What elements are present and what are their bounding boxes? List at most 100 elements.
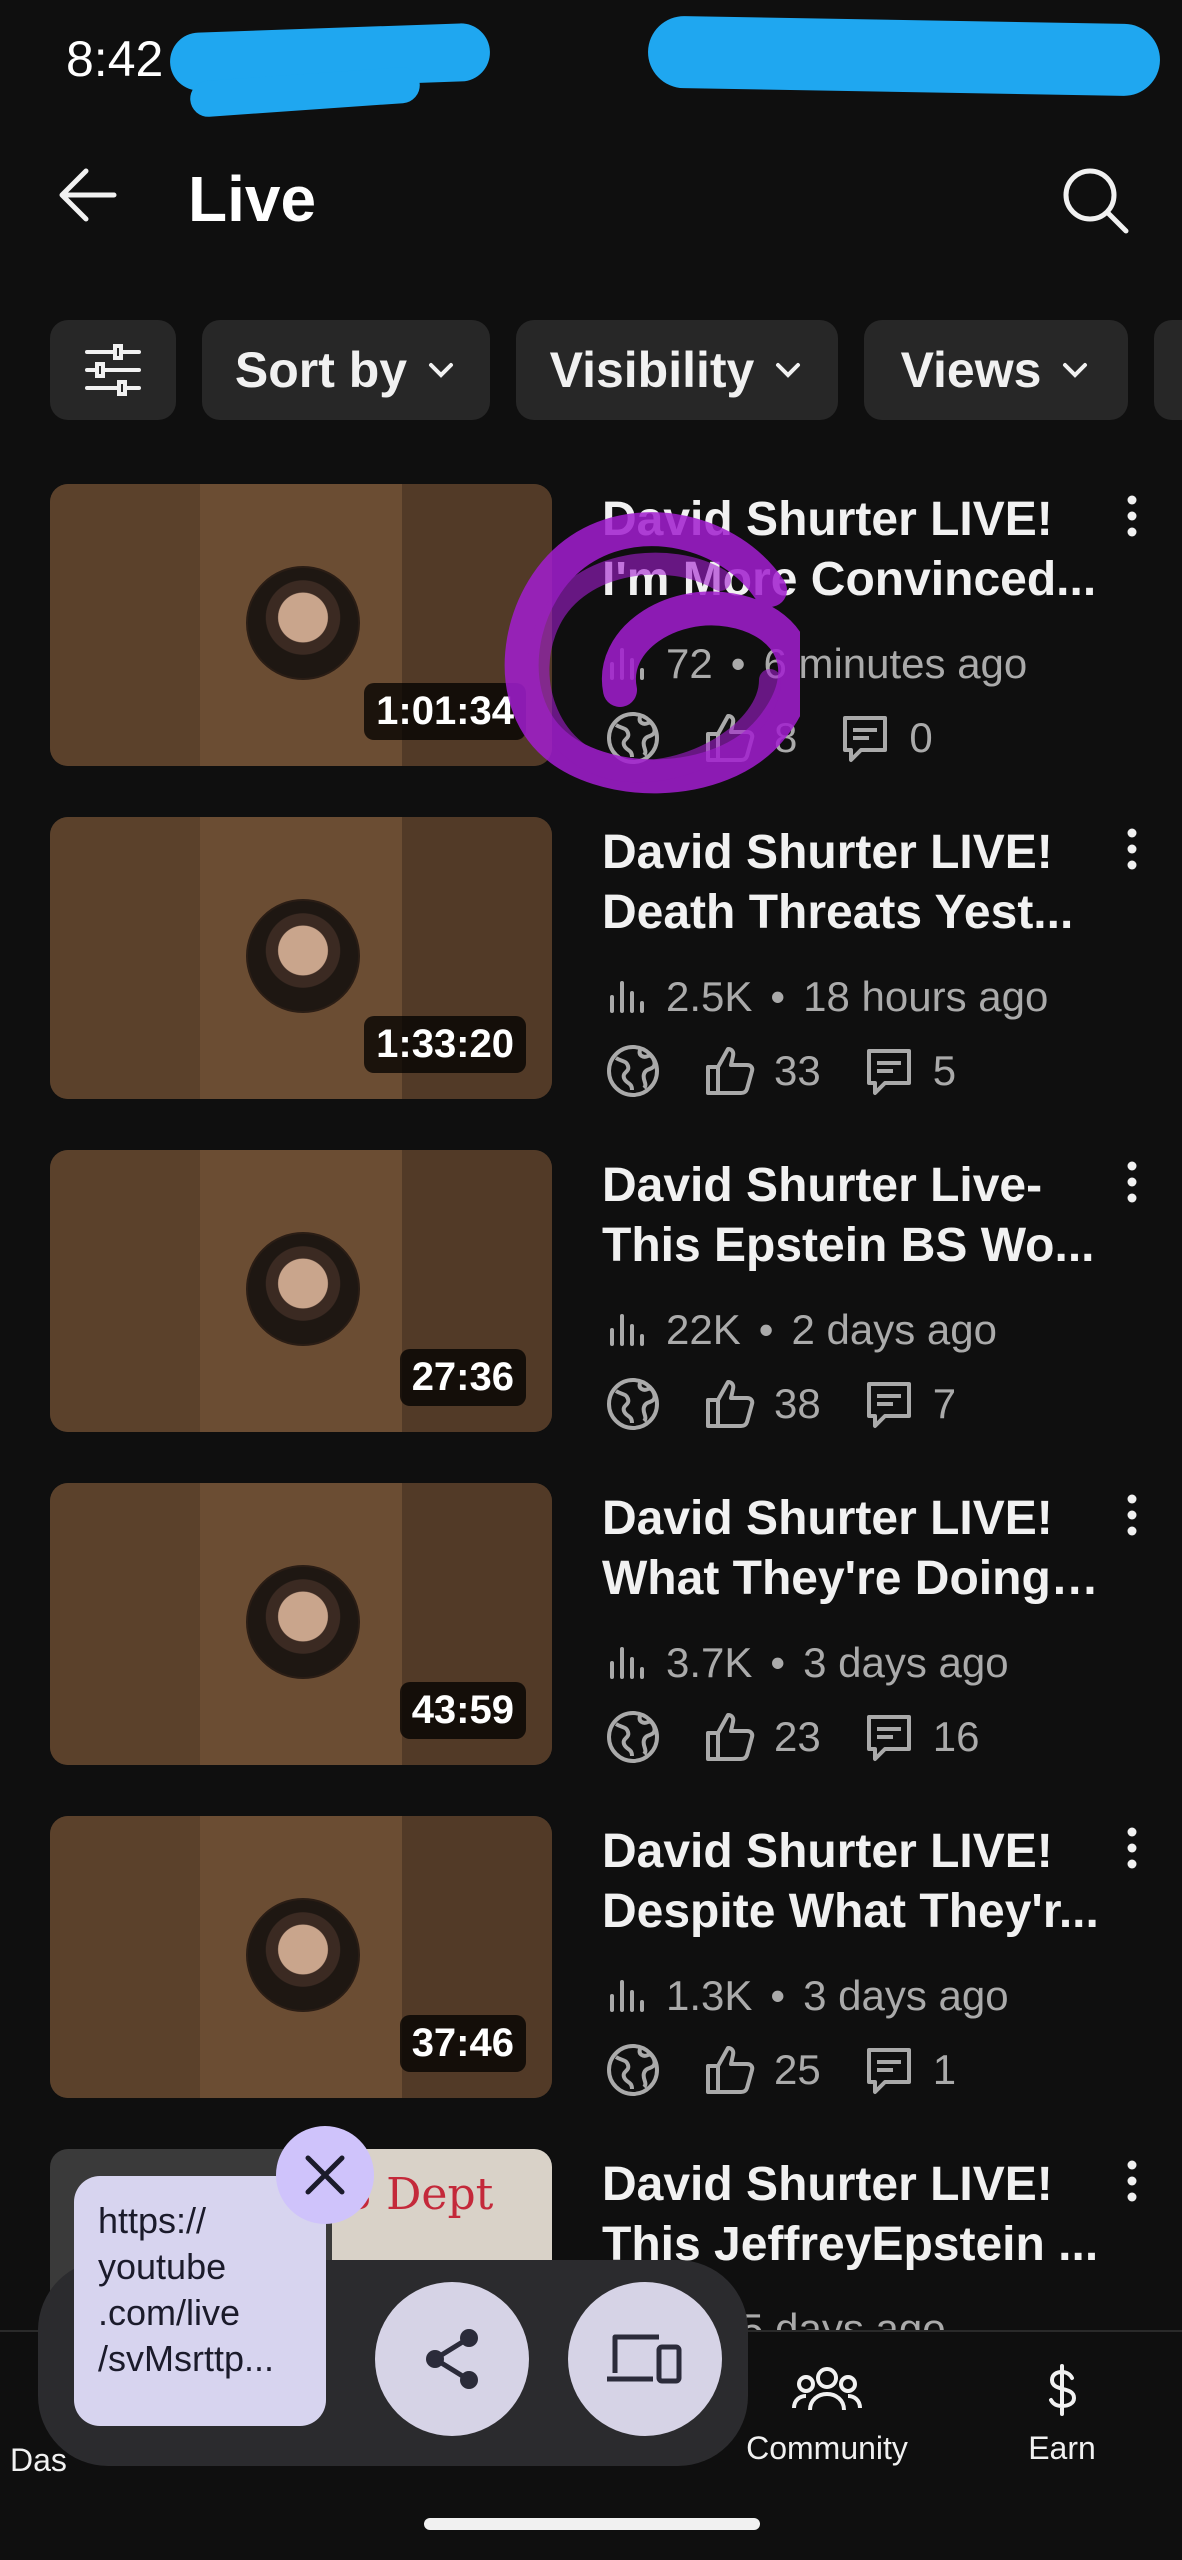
- video-item[interactable]: 37:46 David Shurter LIVE! Despite What T…: [0, 1816, 1182, 2106]
- comment-icon: [866, 2048, 911, 2094]
- kebab-menu-icon: [1127, 1827, 1137, 1869]
- bar-chart-icon: [610, 1314, 644, 1346]
- video-meta: 2.5K • 18 hours ago: [604, 967, 1048, 1027]
- more-options-button[interactable]: [1112, 821, 1152, 881]
- view-count: 3.7K: [666, 1639, 753, 1686]
- video-thumbnail[interactable]: 1:33:20: [50, 817, 552, 1099]
- view-count: 1.3K: [666, 1972, 753, 2019]
- community-icon: [792, 2367, 862, 2411]
- more-options-button[interactable]: [1112, 1154, 1152, 1214]
- separator: •: [770, 1639, 786, 1686]
- chip-label: Visibility: [549, 342, 755, 398]
- page-title: Live: [188, 163, 317, 235]
- more-options-button[interactable]: [1112, 1487, 1152, 1547]
- sort-by-chip[interactable]: Sort by: [202, 320, 490, 420]
- home-indicator[interactable]: [424, 2518, 760, 2530]
- like-count: 25: [774, 2046, 821, 2093]
- url-preview-card[interactable]: https:// youtube .com/live /svMsrttp...: [74, 2176, 326, 2426]
- upload-age: 6 minutes ago: [763, 640, 1028, 687]
- search-button[interactable]: [1050, 155, 1140, 245]
- upload-age: 3 days ago: [803, 1972, 1009, 2019]
- kebab-menu-icon: [1127, 1161, 1137, 1203]
- close-icon: [305, 2155, 345, 2195]
- nav-earn[interactable]: Earn: [952, 2362, 1172, 2467]
- video-item[interactable]: 1:33:20 David Shurter LIVE! Death Threat…: [0, 817, 1182, 1107]
- video-thumbnail[interactable]: 1:01:34: [50, 484, 552, 766]
- search-icon: [1063, 168, 1129, 234]
- more-chip[interactable]: [1154, 320, 1182, 420]
- video-stats: 25 1: [604, 2038, 996, 2102]
- share-icon: [426, 2329, 478, 2389]
- video-title[interactable]: David Shurter LIVE! What They're Doing .…: [602, 1489, 1102, 1609]
- presenter-avatar: [246, 1232, 360, 1346]
- cast-devices-button[interactable]: [568, 2282, 722, 2436]
- comment-count: 0: [909, 714, 933, 761]
- duration-badge: 27:36: [399, 1349, 526, 1406]
- more-options-button[interactable]: [1112, 488, 1152, 548]
- view-count: 72: [666, 640, 713, 687]
- chevron-down-icon: [429, 363, 454, 378]
- chevron-down-icon: [1063, 363, 1088, 378]
- duration-badge: 37:46: [399, 2015, 526, 2072]
- video-item[interactable]: 43:59 David Shurter LIVE! What They're D…: [0, 1483, 1182, 1773]
- bar-chart-icon: [610, 1647, 644, 1679]
- share-button[interactable]: [375, 2282, 529, 2436]
- video-item[interactable]: 1:01:34 David Shurter LIVE! I'm More Con…: [0, 484, 1182, 774]
- more-options-button[interactable]: [1112, 2153, 1152, 2213]
- presenter-avatar: [246, 1565, 360, 1679]
- thumbs-up-icon: [706, 2046, 755, 2094]
- presenter-avatar: [246, 566, 360, 680]
- redaction-scribble-right: [647, 15, 1161, 97]
- video-title[interactable]: David Shurter LIVE! I'm More Convinced..…: [602, 490, 1102, 610]
- close-panel-button[interactable]: [276, 2126, 374, 2224]
- comment-icon: [843, 716, 888, 762]
- comment-count: 5: [932, 1047, 957, 1094]
- video-title[interactable]: David Shurter LIVE! Death Threats Yest..…: [602, 823, 1102, 943]
- video-thumbnail[interactable]: 43:59: [50, 1483, 552, 1765]
- video-title[interactable]: David Shurter LIVE! This JeffreyEpstein …: [602, 2155, 1102, 2275]
- globe-icon: [607, 1378, 659, 1430]
- sliders-icon: [85, 344, 141, 396]
- separator: •: [770, 973, 786, 1020]
- views-chip[interactable]: Views: [864, 320, 1128, 420]
- thumbs-up-icon: [706, 1713, 755, 1761]
- visibility-chip[interactable]: Visibility: [516, 320, 838, 420]
- like-count: 23: [774, 1713, 821, 1760]
- video-meta: 22K • 2 days ago: [604, 1300, 997, 1360]
- video-stats: 23 16: [604, 1705, 1019, 1769]
- separator: •: [770, 1972, 786, 2019]
- comment-icon: [866, 1049, 911, 1095]
- status-bar: 8:42: [0, 0, 1182, 120]
- globe-icon: [607, 712, 659, 764]
- separator: •: [758, 1306, 774, 1353]
- video-title[interactable]: David Shurter Live- This Epstein BS Wo..…: [602, 1156, 1102, 1276]
- kebab-menu-icon: [1127, 495, 1137, 537]
- kebab-menu-icon: [1127, 2160, 1137, 2202]
- video-meta: 72 • 6 minutes ago: [604, 634, 1027, 694]
- filter-settings-button[interactable]: [50, 320, 176, 420]
- more-options-button[interactable]: [1112, 1820, 1152, 1880]
- chevron-down-icon: [776, 363, 801, 378]
- separator: •: [730, 640, 746, 687]
- video-title[interactable]: David Shurter LIVE! Despite What They'r.…: [602, 1822, 1102, 1942]
- upload-age: 3 days ago: [803, 1639, 1009, 1686]
- video-thumbnail[interactable]: 37:46: [50, 1816, 552, 2098]
- comment-count: 7: [932, 1380, 957, 1427]
- back-button[interactable]: [50, 155, 130, 235]
- video-item[interactable]: 27:36 David Shurter Live- This Epstein B…: [0, 1150, 1182, 1440]
- upload-age: 2 days ago: [791, 1306, 997, 1353]
- duration-badge: 1:33:20: [364, 1016, 526, 1073]
- nav-community[interactable]: Community: [717, 2362, 937, 2467]
- arrow-left-icon: [59, 168, 117, 222]
- comment-count: 1: [932, 2046, 957, 2093]
- app-bar: Live: [0, 130, 1182, 260]
- video-stats: 33 5: [604, 1039, 996, 1103]
- video-meta: 1.3K • 3 days ago: [604, 1966, 1009, 2026]
- presenter-avatar: [246, 1898, 360, 2012]
- video-thumbnail[interactable]: 27:36: [50, 1150, 552, 1432]
- comment-icon: [866, 1382, 911, 1428]
- upload-age: 18 hours ago: [803, 973, 1049, 1020]
- duration-badge: 43:59: [399, 1682, 526, 1739]
- devices-icon: [607, 2334, 682, 2384]
- thumbs-up-icon: [706, 1380, 755, 1428]
